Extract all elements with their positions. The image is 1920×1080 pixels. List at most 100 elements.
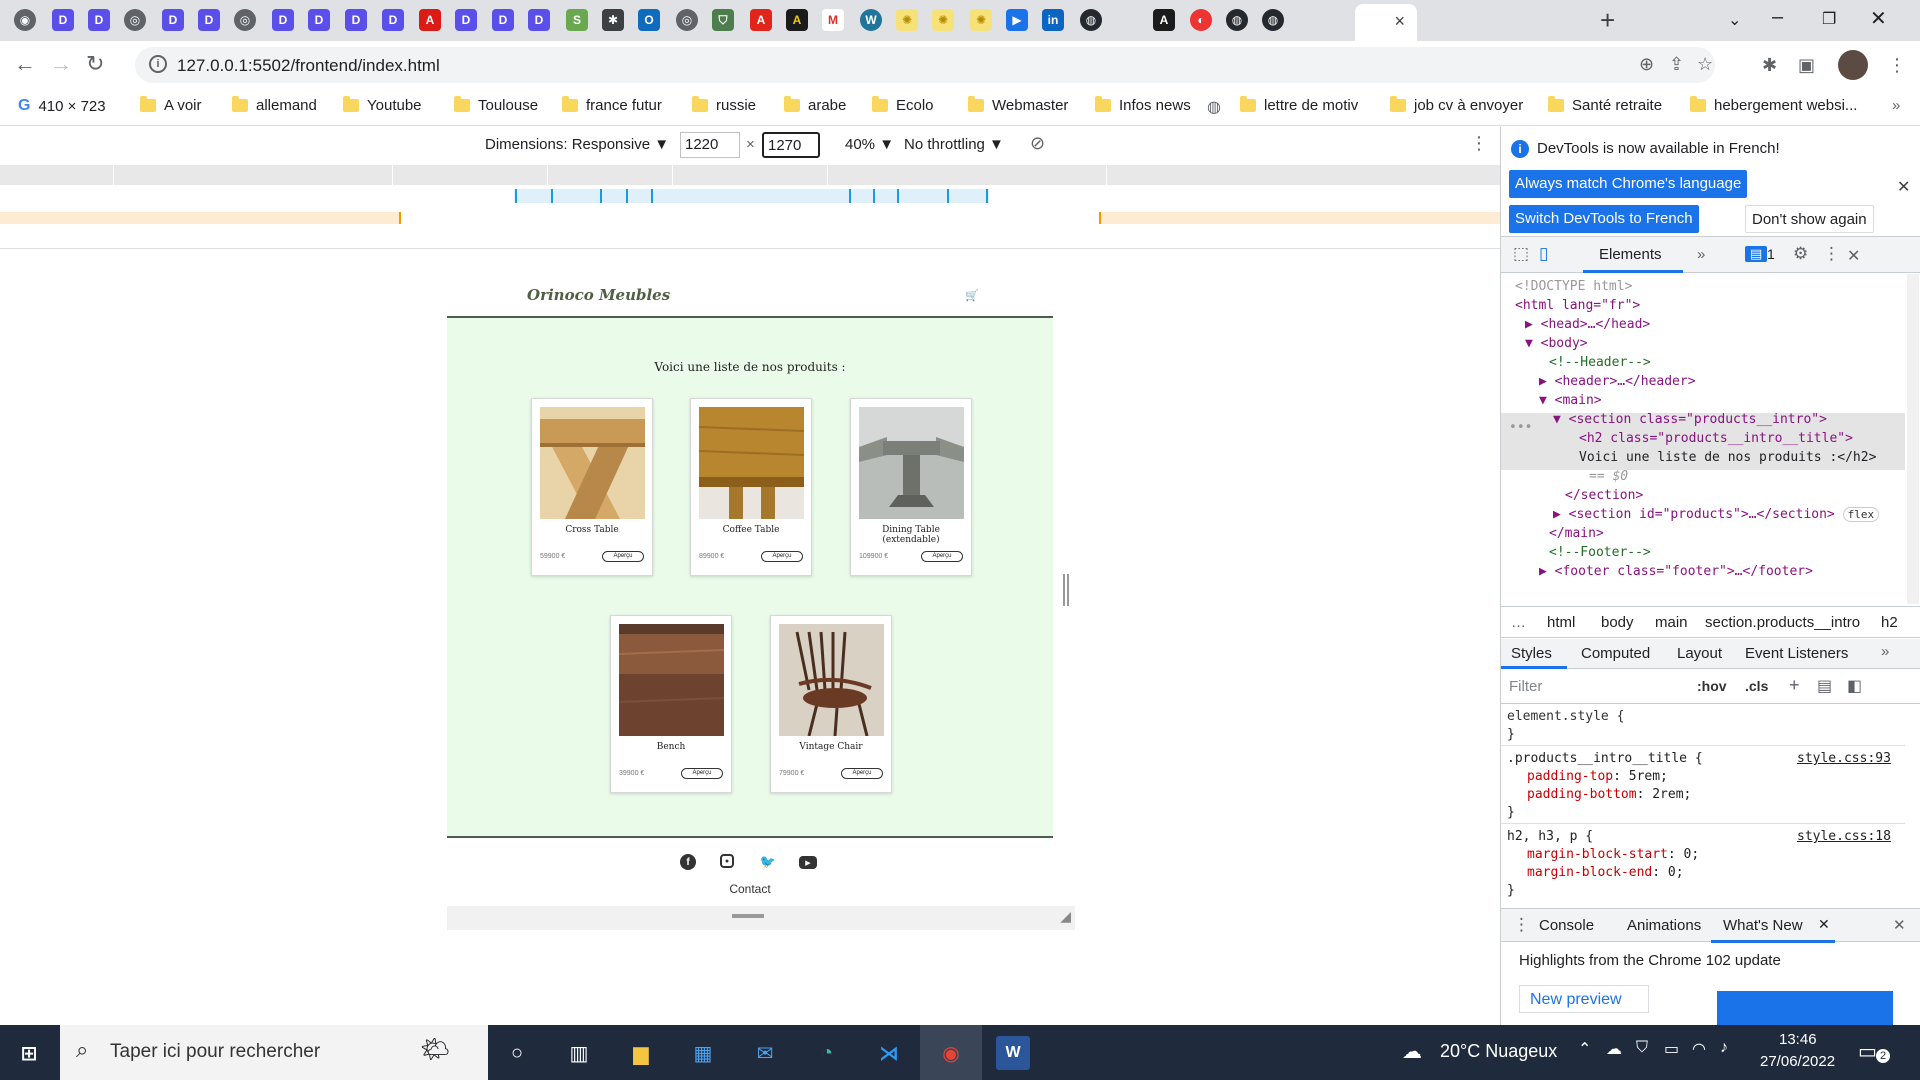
tab-event-listeners[interactable]: Event Listeners xyxy=(1745,645,1848,662)
dom-h2-text[interactable]: Voici une liste de nos produits :</h2> xyxy=(1579,447,1876,468)
file-explorer-icon[interactable]: ▆ xyxy=(624,1036,658,1070)
dom-tree[interactable]: ••• <!DOCTYPE html> <html lang="fr"> ▶ <… xyxy=(1501,274,1920,604)
notifications-icon[interactable]: ▭ xyxy=(1858,1039,1877,1064)
collapse-icon[interactable]: ▼ xyxy=(1525,336,1533,351)
task-view-icon[interactable]: ▥ xyxy=(562,1036,596,1070)
edge-icon[interactable]: ◔ xyxy=(810,1036,844,1070)
preview-button[interactable]: Aperçu xyxy=(841,768,883,779)
rule-source-link[interactable]: style.css:93 xyxy=(1797,751,1891,766)
bookmark-folder[interactable]: Youtube xyxy=(343,96,422,114)
expand-icon[interactable]: ▶ xyxy=(1539,564,1547,579)
sun-icon[interactable]: ✺ xyxy=(970,9,992,31)
bookmark-star-icon[interactable]: ☆ xyxy=(1697,54,1713,75)
settings-icon[interactable]: ⚙ xyxy=(1793,244,1808,264)
product-image-bench[interactable] xyxy=(619,624,724,736)
tab-favicon-9[interactable]: D xyxy=(455,9,477,31)
inspect-icon[interactable]: ⬚ xyxy=(1513,244,1529,264)
drawer-menu-icon[interactable]: ⋮ xyxy=(1513,915,1530,935)
menu-icon[interactable]: ⋮ xyxy=(1888,55,1906,76)
chevron-up-icon[interactable]: ⌃ xyxy=(1578,1039,1591,1059)
tab-favicon-3[interactable]: D xyxy=(162,9,184,31)
preview-button[interactable]: Aperçu xyxy=(921,551,963,562)
breadcrumb-main[interactable]: main xyxy=(1655,614,1688,631)
dom-html[interactable]: <html lang="fr"> xyxy=(1515,295,1640,316)
bookmark-folder[interactable]: job cv à envoyer xyxy=(1390,96,1523,114)
github-icon[interactable]: ◍ xyxy=(1080,9,1102,31)
preview-button[interactable]: Aperçu xyxy=(761,551,803,562)
paint-icon[interactable]: ▤ xyxy=(1817,676,1832,696)
tab-animations[interactable]: Animations xyxy=(1627,917,1701,934)
close-whats-new-icon[interactable]: ✕ xyxy=(1818,916,1830,933)
add-rule-icon[interactable]: + xyxy=(1789,675,1800,696)
corner-resize-icon[interactable]: ◢ xyxy=(1060,908,1071,925)
tab-search-icon[interactable]: ⌄ xyxy=(1728,10,1741,30)
adobe-icon[interactable]: A xyxy=(750,9,772,31)
dom-header[interactable]: ▶ <header>…</header> xyxy=(1539,371,1696,392)
forward-icon[interactable]: → xyxy=(50,51,72,77)
tab-favicon-10[interactable]: D xyxy=(492,9,514,31)
tab-favicon-11[interactable]: D xyxy=(528,9,550,31)
widget-icon[interactable]: 🌤 xyxy=(420,1035,450,1064)
bookmark-folder[interactable]: A voir xyxy=(140,96,202,114)
bookmark-folder[interactable]: Ecolo xyxy=(872,96,934,114)
taskbar-search[interactable]: ⌕ Taper ici pour rechercher 🌤 xyxy=(60,1025,488,1080)
throttling-dropdown[interactable]: No throttling ▼ xyxy=(904,136,1004,153)
zoom-icon[interactable]: ⊕ xyxy=(1639,54,1654,75)
bookmark-folder[interactable]: lettre de motiv xyxy=(1240,96,1358,114)
preview-button[interactable]: Aperçu xyxy=(602,551,644,562)
tab-favicon-7[interactable]: D xyxy=(345,9,367,31)
expand-icon[interactable]: ▶ xyxy=(1525,317,1533,332)
dom-scrollbar[interactable] xyxy=(1907,274,1919,604)
style-declaration[interactable]: padding-top: 5rem; xyxy=(1527,769,1668,784)
active-tab[interactable]: × xyxy=(1355,4,1417,41)
weather-text[interactable]: 20°C Nuageux xyxy=(1440,1041,1557,1062)
sun-icon[interactable]: ✺ xyxy=(932,9,954,31)
wordpress-icon[interactable]: W xyxy=(860,9,882,31)
media-query-ruler[interactable] xyxy=(0,165,1500,185)
bookmark-folder[interactable]: Infos news xyxy=(1095,96,1191,114)
dom-section-close[interactable]: </section> xyxy=(1565,485,1643,506)
mail-icon[interactable]: ✉ xyxy=(748,1036,782,1070)
tab-whats-new[interactable]: What's New xyxy=(1723,917,1803,934)
clock-time[interactable]: 13:46 xyxy=(1779,1031,1817,1048)
breadcrumb-ellipsis[interactable]: … xyxy=(1511,614,1526,631)
dimensions-dropdown[interactable]: Dimensions: Responsive ▼ xyxy=(485,136,669,153)
extensions-icon[interactable]: ✱ xyxy=(1762,55,1777,76)
rule-source-link[interactable]: style.css:18 xyxy=(1797,829,1891,844)
avatar[interactable] xyxy=(1838,50,1868,80)
bookmark-folder[interactable]: arabe xyxy=(784,96,846,114)
issues-count[interactable]: 1 xyxy=(1767,246,1775,262)
switch-french-button[interactable]: Switch DevTools to French xyxy=(1509,205,1699,233)
video-icon[interactable]: ▶ xyxy=(1006,9,1028,31)
dom-footer[interactable]: ▶ <footer class="footer">…</footer> xyxy=(1539,561,1813,582)
word-icon[interactable]: W xyxy=(996,1036,1030,1070)
windows-start-icon[interactable]: ⊞ xyxy=(12,1036,46,1070)
bookmark-folder[interactable]: Santé retraite xyxy=(1548,96,1662,114)
breadcrumb-body[interactable]: body xyxy=(1601,614,1634,631)
resize-handle-bottom[interactable]: ◢ xyxy=(447,906,1075,930)
rule-selector[interactable]: .products__intro__title { xyxy=(1507,751,1703,766)
dom-head[interactable]: ▶ <head>…</head> xyxy=(1525,314,1650,335)
breadcrumb-section[interactable]: section.products__intro xyxy=(1705,614,1860,631)
tab-console[interactable]: Console xyxy=(1539,917,1594,934)
tab-layout[interactable]: Layout xyxy=(1677,645,1722,662)
style-declaration[interactable]: padding-bottom: 2rem; xyxy=(1527,787,1691,802)
dom-main[interactable]: ▼ <main> xyxy=(1539,390,1602,411)
security-icon[interactable]: ⛉ xyxy=(1636,1039,1648,1057)
product-image-dining-table[interactable] xyxy=(859,407,964,519)
notification-count[interactable]: 2 xyxy=(1876,1049,1890,1063)
globe-icon[interactable]: ◎ xyxy=(124,9,146,31)
info-icon[interactable]: i xyxy=(149,55,167,73)
close-devtools-icon[interactable]: ✕ xyxy=(1847,246,1860,266)
new-tab-button[interactable]: + xyxy=(1600,5,1615,36)
expand-icon[interactable]: ▶ xyxy=(1553,507,1561,522)
tab-styles[interactable]: Styles xyxy=(1511,645,1552,662)
tab-favicon-dark[interactable]: A xyxy=(1153,9,1175,31)
tab-elements[interactable]: Elements xyxy=(1599,246,1662,263)
search-input[interactable]: Taper ici pour rechercher xyxy=(110,1041,320,1063)
dom-main-close[interactable]: </main> xyxy=(1549,523,1604,544)
device-toggle-icon[interactable]: ▯ xyxy=(1539,244,1548,264)
contact-link[interactable]: Contact xyxy=(447,882,1053,896)
shopify-icon[interactable]: S xyxy=(566,9,588,31)
collapse-icon[interactable]: ▼ xyxy=(1553,412,1561,427)
